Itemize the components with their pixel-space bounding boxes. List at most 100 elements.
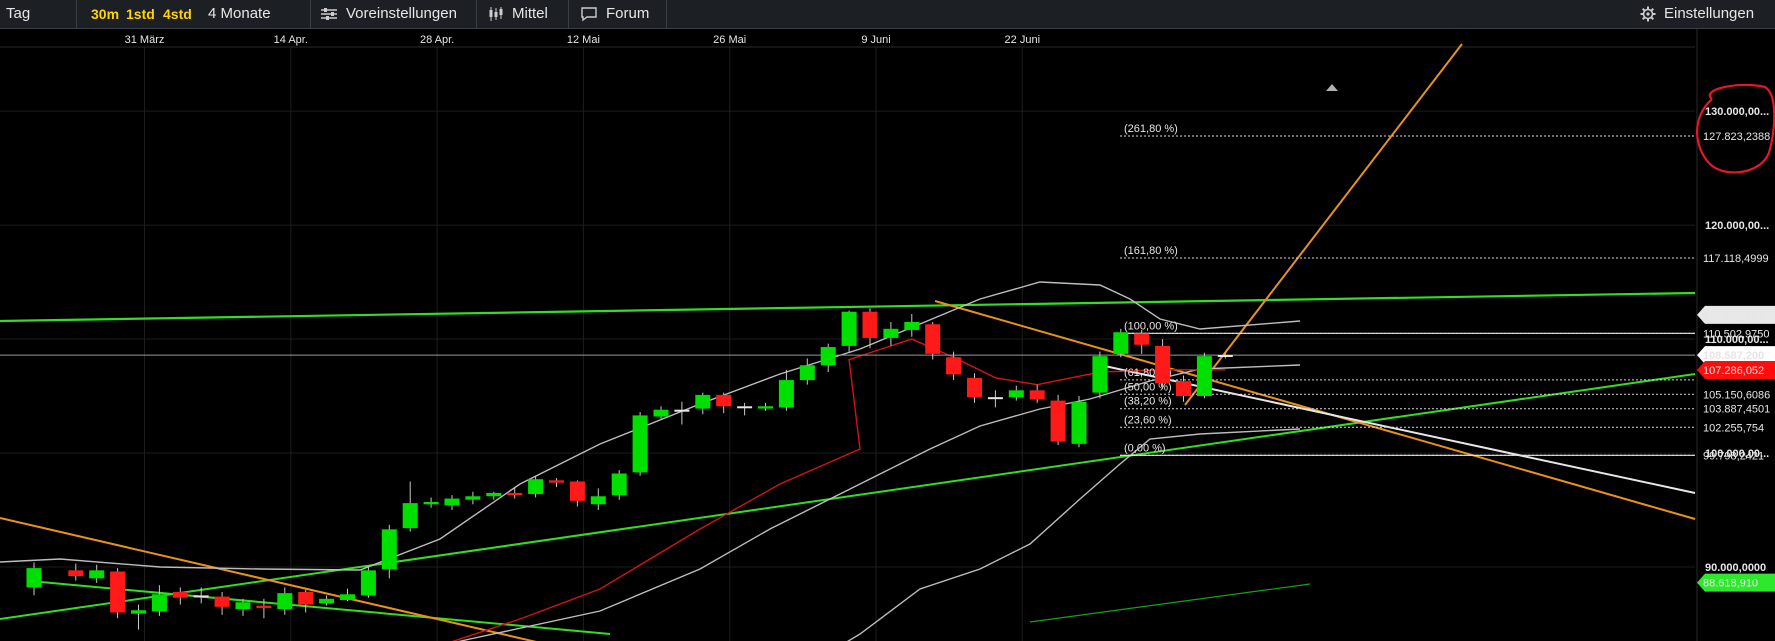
time-axis-label: 28 Apr.	[420, 34, 454, 46]
indicator-label: Mittel	[512, 5, 548, 22]
candle-body	[799, 365, 815, 381]
fib-level-label: (0,00 %)	[1124, 442, 1166, 454]
candle-body	[925, 324, 941, 354]
candle-body	[1176, 381, 1191, 397]
candle-body	[1092, 356, 1108, 393]
candle-body	[1134, 333, 1150, 345]
candle-body	[68, 570, 84, 577]
fib-level-label: (100,00 %)	[1124, 320, 1178, 332]
candle-body	[1155, 345, 1171, 384]
price-tag-label: 108.587,200	[1703, 350, 1764, 362]
price-tag-label: 99.798,2421	[1703, 450, 1764, 462]
price-axis-label: 90.000,0000	[1705, 562, 1766, 574]
gear-icon	[1640, 6, 1656, 22]
fib-level-label: (23,60 %)	[1124, 414, 1172, 426]
candle-body	[862, 311, 878, 338]
forum-button[interactable]: Forum	[580, 2, 649, 26]
candle-body	[987, 397, 1003, 400]
candle-body	[820, 347, 836, 366]
candle-body	[778, 380, 794, 408]
price-tag-label: 117.118,4999	[1703, 253, 1769, 265]
candle-body	[1008, 390, 1024, 398]
candle-body	[507, 492, 523, 496]
time-axis-band	[0, 29, 1695, 47]
candle-body	[883, 328, 899, 338]
candle-body	[674, 409, 690, 412]
candle-body	[319, 598, 335, 604]
candle-body	[1113, 332, 1129, 354]
candle-body	[193, 595, 209, 598]
candle-body	[590, 496, 606, 505]
candlestick-icon	[489, 7, 503, 22]
candle-body	[151, 594, 167, 612]
price-tag-label: 107.286,052	[1703, 365, 1764, 377]
time-axis-label: 31 März	[125, 34, 165, 46]
candle-body	[695, 394, 711, 409]
candle-body	[26, 568, 42, 588]
candle-body	[1217, 355, 1233, 358]
candle-body	[1029, 390, 1045, 400]
candle-body	[298, 592, 314, 605]
toolbar-divider	[310, 0, 311, 28]
candle-body	[444, 498, 460, 506]
price-tag-label: 110.502,9750	[1703, 328, 1769, 340]
candle-body	[423, 501, 439, 505]
interval-4std-button[interactable]: 4std	[163, 2, 192, 26]
candle-body	[131, 610, 146, 614]
candle-body	[465, 496, 481, 500]
candle-body	[1071, 401, 1087, 444]
candle-body	[402, 503, 418, 529]
settings-button[interactable]: Einstellungen	[1640, 2, 1754, 26]
speech-bubble-icon	[581, 7, 597, 22]
candle-body	[1196, 356, 1212, 397]
presets-button[interactable]: Voreinstellungen	[320, 2, 457, 26]
candle-body	[172, 592, 188, 598]
price-chart[interactable]: 31 März 14 Apr. 28 Apr. 12 Mai 26 Mai 9 Juni 2…	[0, 29, 1775, 641]
chart-toolbar: Tag 30m 1std 4std 4 Monate Voreinstellun…	[0, 0, 1775, 29]
price-axis-label: 130.000,00...	[1705, 106, 1769, 118]
candle-body	[277, 593, 293, 610]
time-axis-label: 22 Juni	[1005, 34, 1040, 46]
candle-body	[967, 377, 982, 398]
interval-1std-button[interactable]: 1std	[126, 2, 155, 26]
price-tag-label: 105.150,6086	[1703, 389, 1770, 401]
candle-body	[611, 473, 627, 496]
candle-body	[737, 406, 753, 409]
range-selector[interactable]: 4 Monate	[208, 2, 271, 26]
price-tag-label: 88.618,910	[1703, 578, 1758, 590]
candle-body	[758, 406, 773, 409]
indicator-button[interactable]: Mittel	[488, 2, 548, 26]
candle-body	[235, 602, 251, 610]
candle-body	[946, 357, 962, 375]
candle-body	[486, 492, 502, 497]
candle-body	[632, 415, 648, 473]
candle-body	[716, 394, 732, 407]
fib-level-label: (261,80 %)	[1124, 123, 1178, 135]
candle-body	[653, 409, 669, 417]
price-axis-label: 120.000,00...	[1705, 220, 1769, 232]
candle-body	[214, 596, 230, 607]
candle-body	[256, 605, 272, 608]
candle-body	[89, 570, 105, 579]
candle-body	[904, 321, 920, 330]
settings-label: Einstellungen	[1664, 5, 1755, 22]
candle-body	[381, 529, 397, 570]
candle-body	[549, 480, 564, 483]
time-axis-label: 14 Apr.	[274, 34, 308, 46]
interval-30m-button[interactable]: 30m	[91, 2, 119, 26]
price-tag-label: 103.887,4501	[1703, 404, 1770, 416]
toolbar-divider	[568, 0, 569, 28]
presets-label: Voreinstellungen	[346, 5, 457, 22]
toolbar-divider	[476, 0, 477, 28]
candle-body	[841, 311, 857, 346]
fib-level-label: (38,20 %)	[1124, 396, 1172, 408]
toolbar-divider	[76, 0, 77, 28]
price-tag-label: 102.255,754	[1703, 422, 1764, 434]
fib-level-label: (161,80 %)	[1124, 245, 1178, 257]
forum-label: Forum	[606, 5, 650, 22]
time-axis-label: 12 Mai	[567, 34, 600, 46]
toolbar-divider	[666, 0, 667, 28]
candle-body	[360, 570, 376, 596]
time-axis-label: 26 Mai	[713, 34, 746, 46]
period-label[interactable]: Tag	[6, 2, 30, 26]
